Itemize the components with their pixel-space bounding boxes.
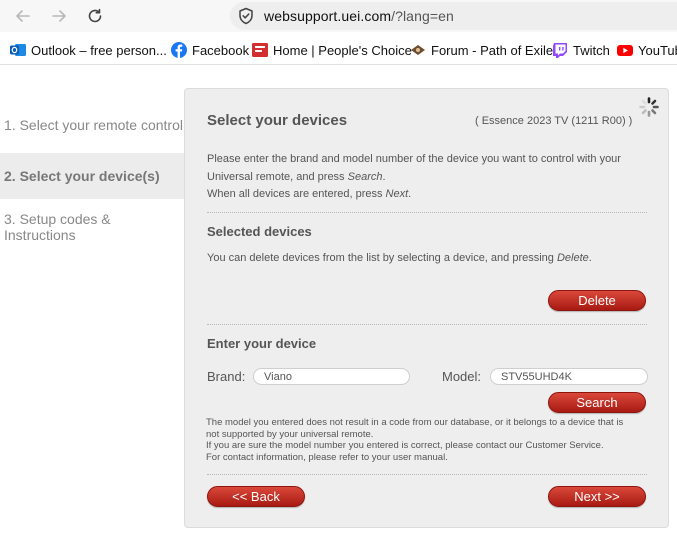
instructions-line: Please enter the brand and model number … [207,153,621,165]
delete-button[interactable]: Delete [548,290,646,311]
selected-devices-note: You can delete devices from the list by … [207,252,592,264]
bookmark-youtube[interactable]: YouTub [617,41,677,59]
step-select-devices[interactable]: 2. Select your device(s) [0,153,185,199]
instructions-emphasis: Next [385,188,409,200]
instructions-line: When all devices are entered, press Next… [207,186,647,204]
search-button[interactable]: Search [548,392,646,413]
url-path: /?lang=en [391,8,454,24]
browser-address-bar: websupport.uei.com/?lang=en [0,0,677,32]
url-domain: websupport.uei.com [264,8,392,24]
facebook-icon [171,42,187,58]
step-label: 2. Select your device(s) [4,168,160,184]
bookmark-outlook[interactable]: Outlook – free person... [10,41,167,59]
bookmark-label: YouTub [638,42,677,58]
selected-devices-heading: Selected devices [207,224,312,239]
youtube-icon [617,42,633,58]
no-code-message: The model you entered does not result in… [206,417,654,463]
message-line: For contact information, please refer to… [206,451,448,463]
remote-model-label: ( Essence 2023 TV (1211 R00) ) [475,115,633,127]
instructions-text-part: . [408,188,412,200]
forward-arrow-icon[interactable] [48,5,70,27]
brand-input[interactable] [253,368,410,385]
divider [207,474,647,475]
twitch-icon [552,42,568,58]
enter-device-heading: Enter your device [207,336,317,351]
divider [207,212,647,213]
outlook-icon [10,42,26,58]
bookmarks-bar: Outlook – free person... Facebook Home |… [0,34,677,65]
model-label: Model: [442,369,482,384]
instructions-text-part: When all devices are entered, press [207,188,386,200]
message-line: If you are sure the model number you ent… [206,440,604,451]
bookmark-facebook[interactable]: Facebook [171,41,249,59]
step-label: 3. Setup codes & Instructions [4,211,111,243]
site-info-shield-icon[interactable] [238,7,254,30]
instructions-line: Universal remote, and press Search. [207,169,647,187]
bookmark-peoples-choice[interactable]: Home | People's Choice [252,41,412,59]
message-line: The model you entered does not result in… [206,417,624,428]
bookmark-label: Outlook – free person... [31,42,167,58]
back-button[interactable]: << Back [207,486,305,507]
note-text-part: . [588,252,592,264]
message-line: not supported by your universal remote. [206,428,374,440]
url-text: websupport.uei.com/?lang=en [264,8,454,24]
bookmark-label: Facebook [192,42,250,58]
path-of-exile-icon [410,42,426,58]
back-arrow-icon[interactable] [12,5,34,27]
note-text-part: You can delete devices from the list by … [207,252,557,264]
peoples-choice-icon [252,42,268,58]
model-input[interactable] [490,368,648,385]
url-field[interactable]: websupport.uei.com/?lang=en [230,2,677,30]
instructions-text-part: Universal remote, and press [207,170,348,183]
divider [207,324,647,325]
bookmark-path-of-exile[interactable]: Forum - Path of Exile [410,41,553,59]
step-setup-codes[interactable]: 3. Setup codes & Instructions [0,204,185,250]
instructions-text: Please enter the brand and model number … [207,151,647,204]
step-label: 1. Select your remote control [4,117,183,133]
brand-label: Brand: [207,369,246,384]
loading-spinner-icon [638,96,660,123]
next-button[interactable]: Next >> [548,486,646,507]
bookmark-label: Home | People's Choice [273,42,412,58]
bookmark-label: Forum - Path of Exile [431,42,554,58]
reload-icon[interactable] [84,5,106,27]
note-emphasis: Delete [556,252,589,264]
device-panel: Select your devices ( Essence 2023 TV (1… [184,88,669,528]
bookmark-twitch[interactable]: Twitch [552,41,610,59]
instructions-text-part: . [382,170,386,183]
bookmark-label: Twitch [573,42,610,58]
step-select-remote[interactable]: 1. Select your remote control [0,102,185,148]
page-content: 1. Select your remote control 2. Select … [0,65,677,537]
page-title: Select your devices [207,112,348,129]
instructions-emphasis: Search [347,170,383,183]
